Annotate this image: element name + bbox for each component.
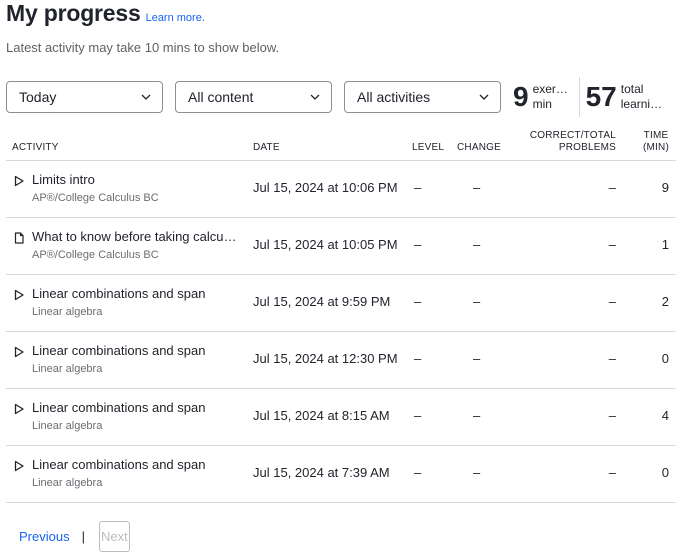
activity-level: – [414, 180, 422, 195]
activity-course: Linear algebra [32, 306, 103, 318]
exercise-minutes-value: 9 [513, 81, 529, 112]
activity-title[interactable]: Linear combinations and span [32, 343, 205, 358]
activity-correct-total: – [608, 465, 616, 480]
table-row: Linear combinations and span Linear alge… [6, 446, 676, 503]
total-learning-stat: 57 total learning... [586, 77, 669, 117]
activity-table: ACTIVITY DATE LEVEL CHANGE CORRECT/TOTAL… [6, 128, 676, 503]
activity-title[interactable]: What to know before taking calcul... [32, 229, 237, 244]
activity-level: – [414, 465, 422, 480]
activity-change: – [473, 351, 481, 366]
total-label-line1: total [620, 82, 644, 96]
correct-header-line1: CORRECT/TOTAL [529, 130, 616, 141]
activity-date: Jul 15, 2024 at 7:39 AM [253, 465, 390, 480]
activity-time: 0 [661, 351, 669, 366]
activity-date: Jul 15, 2024 at 8:15 AM [253, 408, 390, 423]
chevron-down-icon [479, 94, 489, 100]
pagination-separator: | [81, 529, 85, 544]
activities-value: All activities [357, 89, 431, 105]
article-icon [14, 232, 24, 244]
table-row: Linear combinations and span Linear alge… [6, 389, 676, 446]
table-row: Linear combinations and span Linear alge… [6, 275, 676, 332]
activity-course: Linear algebra [32, 363, 103, 375]
activity-course: Linear algebra [32, 477, 103, 489]
activity-level: – [414, 408, 422, 423]
next-page-button[interactable]: Next [98, 521, 130, 552]
table-row: Linear combinations and span Linear alge… [6, 332, 676, 389]
time-range-value: Today [19, 89, 57, 105]
column-header-activity: ACTIVITY [12, 142, 59, 153]
activity-change: – [473, 180, 481, 195]
exercise-minutes-label: exercise min [533, 82, 573, 112]
activity-title[interactable]: Limits intro [32, 172, 95, 187]
activity-time: 0 [661, 465, 669, 480]
activity-level: – [414, 237, 422, 252]
activity-course: AP®︎/College Calculus BC [32, 192, 159, 204]
filters-bar: Today All content All activities 9 exerc… [6, 77, 669, 117]
page-title: My progress [6, 0, 141, 26]
activity-time: 1 [661, 237, 669, 252]
activity-time: 9 [661, 180, 669, 195]
stat-divider [578, 77, 580, 117]
play-icon [14, 460, 24, 472]
play-icon [14, 175, 24, 187]
activity-correct-total: – [608, 180, 616, 195]
activity-time: 2 [661, 294, 669, 309]
activity-course: AP®︎/College Calculus BC [32, 249, 159, 261]
activity-change: – [473, 294, 481, 309]
play-icon [14, 289, 24, 301]
chevron-down-icon [310, 94, 320, 100]
activity-course: Linear algebra [32, 420, 103, 432]
table-row: Limits intro AP®︎/College Calculus BC Ju… [6, 161, 676, 218]
learn-more-link[interactable]: Learn more. [146, 12, 205, 24]
chevron-down-icon [141, 94, 151, 100]
content-select[interactable]: All content [175, 81, 332, 113]
activities-select[interactable]: All activities [344, 81, 501, 113]
column-header-level: LEVEL [412, 142, 445, 153]
exercise-label-line2: min [532, 97, 552, 111]
activity-title[interactable]: Linear combinations and span [32, 457, 205, 472]
page-header: My progress Learn more. Latest activity … [6, 0, 279, 55]
activity-time: 4 [661, 408, 669, 423]
total-learning-label: total learning... [621, 82, 669, 112]
previous-page-button[interactable]: Previous [19, 529, 70, 544]
activity-correct-total: – [608, 294, 616, 309]
time-header-line2: (MIN) [643, 142, 669, 153]
correct-header-line2: PROBLEMS [558, 142, 616, 153]
activity-level: – [414, 294, 422, 309]
exercise-label-line1: exercise [532, 82, 573, 96]
play-icon [14, 346, 24, 358]
pagination: Previous | Next [19, 521, 130, 552]
column-header-change: CHANGE [457, 142, 501, 153]
activity-change: – [473, 237, 481, 252]
column-header-date: DATE [253, 142, 280, 153]
activity-date: Jul 15, 2024 at 12:30 PM [253, 351, 398, 366]
activity-correct-total: – [608, 237, 616, 252]
column-header-time: TIME (MIN) [643, 130, 669, 154]
table-row: What to know before taking calcul... AP®… [6, 218, 676, 275]
activity-title[interactable]: Linear combinations and span [32, 400, 205, 415]
time-header-line1: TIME [643, 130, 669, 141]
total-learning-value: 57 [585, 81, 617, 112]
column-header-correct-total: CORRECT/TOTAL PROBLEMS [530, 130, 616, 154]
activity-date: Jul 15, 2024 at 10:06 PM [253, 180, 398, 195]
activity-date: Jul 15, 2024 at 10:05 PM [253, 237, 398, 252]
table-header: ACTIVITY DATE LEVEL CHANGE CORRECT/TOTAL… [6, 128, 676, 161]
exercise-minutes-stat: 9 exercise min [513, 77, 573, 117]
content-value: All content [188, 89, 254, 105]
activity-title[interactable]: Linear combinations and span [32, 286, 205, 301]
page-subtitle: Latest activity may take 10 mins to show… [6, 40, 280, 55]
total-label-line2: learning... [620, 97, 669, 111]
time-range-select[interactable]: Today [6, 81, 163, 113]
activity-correct-total: – [608, 351, 616, 366]
play-icon [14, 403, 24, 415]
activity-correct-total: – [608, 408, 616, 423]
title-row: My progress Learn more. [6, 0, 279, 30]
activity-date: Jul 15, 2024 at 9:59 PM [253, 294, 391, 309]
activity-change: – [473, 408, 481, 423]
activity-change: – [473, 465, 481, 480]
activity-level: – [414, 351, 422, 366]
